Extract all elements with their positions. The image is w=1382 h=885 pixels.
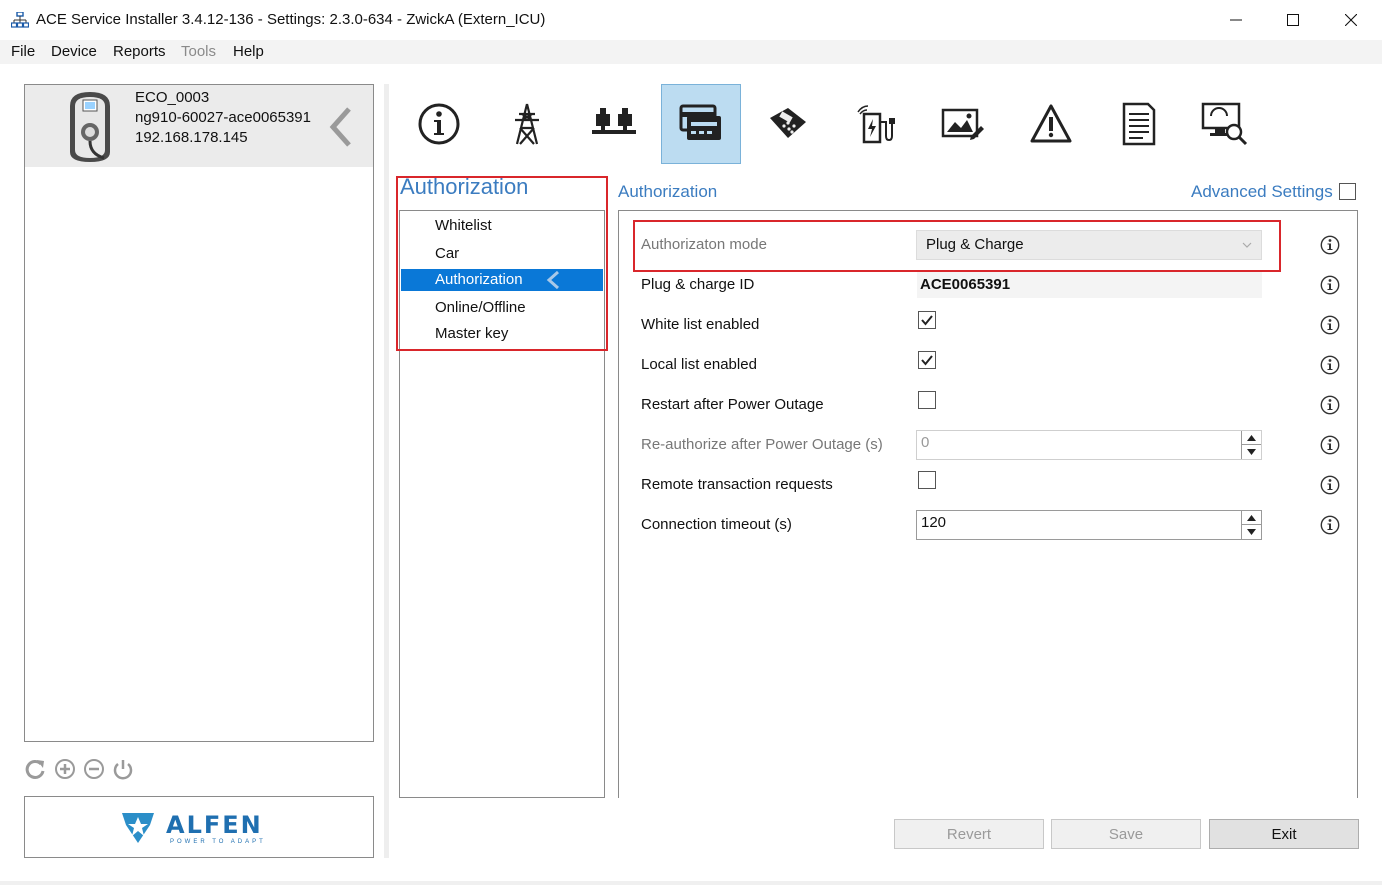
tab-grid[interactable]	[487, 84, 567, 164]
stepper-down-button[interactable]	[1242, 525, 1261, 539]
menu-reports[interactable]: Reports	[113, 43, 166, 60]
remote-label: Remote transaction requests	[641, 476, 833, 493]
minimize-icon	[1230, 19, 1242, 21]
timeout-value: 120	[921, 514, 947, 531]
alfen-star-logo-icon	[122, 813, 154, 843]
card-icon	[679, 104, 721, 140]
locallist-label: Local list enabled	[641, 356, 757, 373]
arrow-up-icon	[1247, 434, 1256, 441]
checkmark-icon	[921, 355, 933, 366]
highlight-box-subnav	[396, 176, 608, 351]
refresh-icon[interactable]	[24, 758, 46, 780]
pc-id-label: Plug & charge ID	[641, 276, 755, 293]
device-list	[24, 84, 374, 742]
stepper-buttons	[1241, 431, 1261, 459]
timeout-label: Connection timeout (s)	[641, 516, 792, 533]
warning-icon	[1030, 104, 1072, 143]
restart-checkbox[interactable]	[918, 391, 936, 409]
charger-device-icon	[70, 92, 110, 162]
logo-wordmark: ALFEN	[166, 811, 263, 839]
logo-tagline: POWER TO ADAPT	[170, 839, 266, 845]
stepper-buttons	[1241, 511, 1261, 539]
highlight-box-auth-mode	[633, 220, 1281, 272]
stepper-down-button[interactable]	[1242, 445, 1261, 459]
device-name: ECO_0003	[135, 89, 210, 106]
arrow-down-icon	[1247, 449, 1256, 455]
window-bottom-edge	[0, 881, 1382, 885]
collapse-chevron-icon[interactable]	[325, 105, 355, 149]
device-serial: ng910-60027-ace0065391	[135, 109, 311, 126]
menu-device[interactable]: Device	[51, 43, 97, 60]
arrow-up-icon	[1247, 514, 1256, 521]
restart-label: Restart after Power Outage	[641, 396, 824, 413]
app-network-icon	[11, 12, 29, 28]
stepper-up-button[interactable]	[1242, 431, 1261, 445]
close-icon	[1345, 14, 1357, 26]
tab-authorization[interactable]	[661, 84, 741, 164]
whitelist-label: White list enabled	[641, 316, 760, 333]
pc-id-value: ACE0065391	[917, 272, 1262, 298]
tab-diagnostics[interactable]	[1185, 84, 1265, 164]
whitelist-checkbox[interactable]	[918, 311, 936, 329]
display-icon	[941, 108, 984, 140]
minimize-button[interactable]	[1207, 0, 1265, 40]
tab-warnings[interactable]	[1011, 84, 1091, 164]
power-icon[interactable]	[112, 758, 134, 780]
advanced-settings-label[interactable]: Advanced Settings	[1191, 182, 1333, 202]
close-button[interactable]	[1322, 0, 1380, 40]
charging-station-icon	[857, 105, 895, 144]
reauth-label: Re-authorize after Power Outage (s)	[641, 436, 883, 453]
load-balancing-icon	[592, 108, 636, 134]
checkmark-icon	[921, 315, 933, 326]
device-ip: 192.168.178.145	[135, 129, 248, 146]
exit-button[interactable]: Exit	[1209, 819, 1359, 849]
info-icon[interactable]	[1320, 275, 1340, 295]
timeout-stepper[interactable]: 120	[916, 510, 1262, 540]
diagnostics-icon	[1201, 102, 1248, 146]
arrow-down-icon	[1247, 529, 1256, 535]
tab-load-balancing[interactable]	[574, 84, 654, 164]
tab-payment[interactable]	[748, 84, 828, 164]
panel-splitter[interactable]	[384, 84, 389, 858]
maximize-icon	[1287, 14, 1299, 26]
remove-icon[interactable]	[83, 758, 105, 780]
payment-terminal-icon	[770, 108, 806, 138]
tab-charging[interactable]	[836, 84, 916, 164]
tab-display[interactable]	[923, 84, 1003, 164]
info-icon[interactable]	[1320, 515, 1340, 535]
menu-tools[interactable]: Tools	[181, 43, 216, 60]
info-icon[interactable]	[1320, 235, 1340, 255]
revert-button[interactable]: Revert	[894, 819, 1044, 849]
reauth-stepper[interactable]: 0	[916, 430, 1262, 460]
add-icon[interactable]	[54, 758, 76, 780]
info-icon	[418, 103, 460, 145]
settings-panel	[618, 210, 1358, 798]
remote-checkbox[interactable]	[918, 471, 936, 489]
tab-info[interactable]	[399, 84, 479, 164]
reauth-value: 0	[921, 434, 930, 451]
power-tower-icon	[515, 103, 539, 145]
menu-file[interactable]: File	[11, 43, 35, 60]
section-title: Authorization	[618, 182, 718, 201]
document-icon	[1122, 102, 1156, 146]
info-icon[interactable]	[1320, 315, 1340, 335]
stepper-up-button[interactable]	[1242, 511, 1261, 525]
info-icon[interactable]	[1320, 395, 1340, 415]
tab-logs[interactable]	[1098, 84, 1178, 164]
info-icon[interactable]	[1320, 435, 1340, 455]
locallist-checkbox[interactable]	[918, 351, 936, 369]
window-title: ACE Service Installer 3.4.12-136 - Setti…	[36, 11, 546, 28]
save-button[interactable]: Save	[1051, 819, 1201, 849]
info-icon[interactable]	[1320, 355, 1340, 375]
advanced-settings-checkbox[interactable]	[1339, 183, 1356, 200]
maximize-button[interactable]	[1264, 0, 1322, 40]
info-icon[interactable]	[1320, 475, 1340, 495]
menu-help[interactable]: Help	[233, 43, 264, 60]
